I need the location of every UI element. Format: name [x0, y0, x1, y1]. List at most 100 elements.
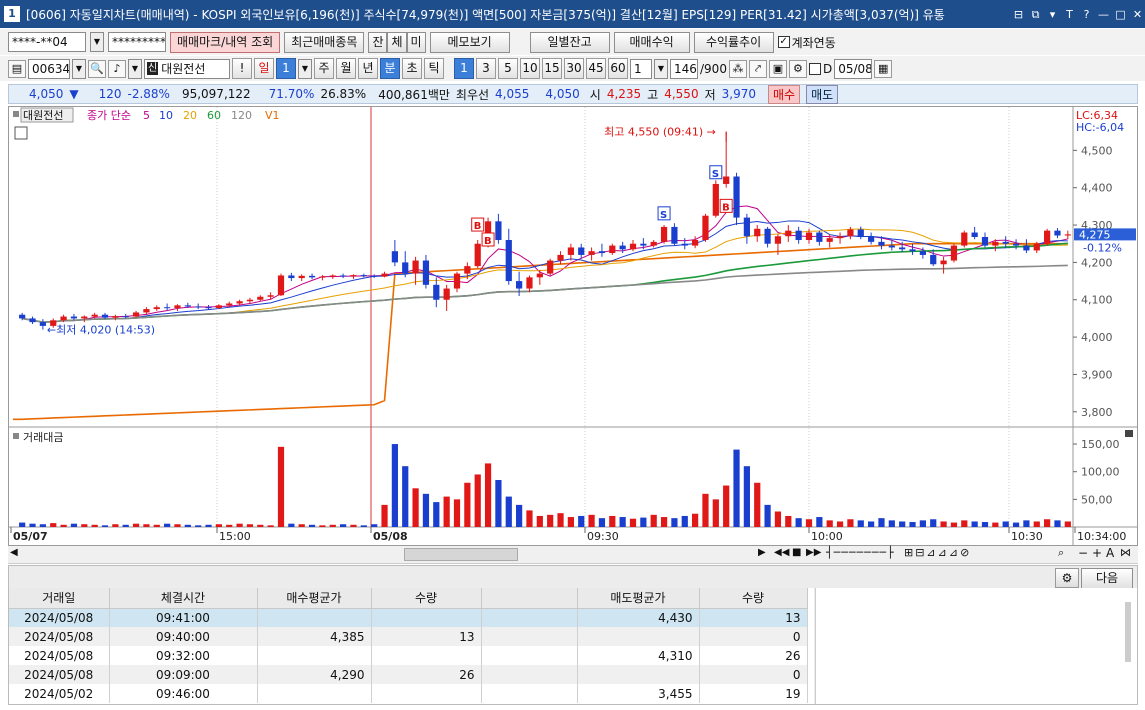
volume-bar — [1023, 520, 1030, 527]
tools-icon[interactable]: ⁂ — [728, 59, 747, 78]
return-trend-button[interactable]: 수익률추이 — [693, 31, 774, 53]
volume-bar — [391, 444, 398, 527]
scroll-left-icon[interactable]: ◀ — [10, 547, 18, 558]
column-header[interactable]: 매도평균가 — [577, 588, 700, 609]
zoom-in-icon[interactable]: + — [1092, 546, 1102, 560]
vertical-scrollbar[interactable] — [1125, 602, 1131, 662]
restore-layout-icon[interactable]: ⊟ — [1011, 7, 1026, 22]
search-icon[interactable]: 🔍 — [88, 59, 106, 78]
table-cell — [481, 627, 578, 646]
rewind-icon[interactable]: ◀◀ — [774, 547, 789, 558]
period-second[interactable]: 초 — [402, 58, 422, 79]
code-dropdown-icon[interactable]: ▼ — [72, 58, 86, 79]
column-header[interactable]: 거래일 — [9, 588, 110, 609]
gear-icon[interactable]: ⚙ — [788, 59, 807, 78]
font-size-icon[interactable]: A — [1106, 546, 1114, 560]
interval-10[interactable]: 10 — [520, 58, 540, 79]
candle-body — [681, 243, 688, 246]
interval-15[interactable]: 15 — [542, 58, 562, 79]
column-header[interactable]: 수량 — [699, 588, 808, 609]
period-week[interactable]: 주 — [314, 58, 334, 79]
candle-body — [1064, 234, 1071, 236]
pin-icon[interactable]: ▾ — [1045, 7, 1060, 22]
chart-area[interactable]: 4,500 4,400 4,300 4,200 4,100 4,000 3,900 3,800… — [8, 106, 1138, 546]
volume-bar — [930, 519, 937, 527]
period-tick[interactable]: 틱 — [424, 58, 444, 79]
column-header[interactable]: 체결시간 — [109, 588, 258, 609]
column-header[interactable]: 수량 — [371, 588, 482, 609]
zoom-slider[interactable]: ┤───────├ — [826, 546, 895, 559]
table-row[interactable]: 2024/05/08 09:40:00 4,385 13 0 — [9, 627, 808, 646]
forward-icon[interactable]: ▶▶ — [806, 547, 821, 558]
table-row[interactable]: 2024/05/08 09:32:00 4,310 26 — [9, 646, 808, 665]
candlestick-chart[interactable]: 4,5004,4004,3004,2004,1004,0003,9003,800… — [9, 107, 1137, 545]
interval-3[interactable]: 3 — [476, 58, 496, 79]
period-count-dropdown-icon[interactable]: ▼ — [298, 58, 312, 79]
warning-button[interactable]: ! — [232, 58, 252, 79]
column-header[interactable] — [481, 588, 578, 609]
account-link-checkbox[interactable]: ✓ — [777, 36, 790, 48]
interval-dropdown-icon[interactable]: ▼ — [654, 58, 668, 79]
memo-button[interactable]: 메모보기 — [429, 31, 510, 53]
trade-mark-query-button[interactable]: 매매마크/내역 조회 — [170, 31, 281, 53]
magnify-icon[interactable]: ⌕ — [1058, 546, 1064, 560]
trade-profit-button[interactable]: 매매수익 — [613, 31, 690, 53]
candle-body — [526, 277, 533, 289]
chart-tools-icon[interactable]: ⊞⊟⊿⊿⊿⊘ — [904, 546, 971, 559]
account-dropdown-icon[interactable]: ▼ — [90, 32, 104, 52]
speaker-dropdown-icon[interactable]: ▼ — [128, 58, 142, 79]
interval-1[interactable]: 1 — [454, 58, 474, 79]
daily-balance-button[interactable]: 일별잔고 — [529, 31, 610, 53]
calendar-icon[interactable]: ▦ — [874, 59, 893, 78]
volume-bar — [319, 525, 326, 527]
buy-button[interactable]: 매수 — [767, 84, 801, 104]
scroll-thumb[interactable] — [404, 548, 518, 561]
account-link-toggle[interactable]: ✓ 계좌연동 — [777, 34, 836, 51]
bar-count-input[interactable]: 146 — [670, 58, 698, 79]
settings-gear-icon[interactable]: ⚙ — [1055, 568, 1079, 588]
zoom-out-icon[interactable]: − — [1078, 546, 1088, 560]
help-icon[interactable]: ? — [1079, 7, 1094, 22]
account-select[interactable]: ****-**04 — [8, 32, 86, 52]
interval-60[interactable]: 60 — [608, 58, 628, 79]
tile-icon[interactable]: ⧉ — [1028, 7, 1043, 22]
date-input[interactable]: 05/08 — [834, 58, 873, 79]
interval-45[interactable]: 45 — [586, 58, 606, 79]
table-row[interactable]: 2024/05/08 09:41:00 4,430 13 — [9, 608, 808, 627]
draw-icon[interactable]: ⤤ — [748, 59, 767, 78]
tab-balance[interactable]: 잔 — [368, 31, 388, 53]
stock-name-field[interactable]: 신 대원전선 — [144, 58, 230, 79]
table-row[interactable]: 2024/05/02 09:46:00 3,455 19 — [9, 684, 808, 703]
period-day[interactable]: 일 — [254, 58, 274, 79]
font-icon[interactable]: T — [1062, 7, 1077, 22]
recent-trades-button[interactable]: 최근매매종목 — [284, 31, 365, 53]
save-icon[interactable]: ▣ — [768, 59, 787, 78]
period-minute[interactable]: 분 — [380, 58, 400, 79]
tab-unexecuted[interactable]: 미 — [406, 31, 426, 53]
table-cell: 2024/05/02 — [9, 684, 110, 703]
chart-icon[interactable]: ▤ — [8, 59, 26, 78]
stock-code-input[interactable]: 006340 — [28, 58, 70, 79]
split-icon[interactable]: ⋈ — [1120, 546, 1131, 559]
close-button[interactable]: ✕ — [1130, 7, 1145, 22]
minimize-button[interactable]: — — [1096, 7, 1111, 22]
column-header[interactable]: 매수평균가 — [257, 588, 372, 609]
sell-button[interactable]: 매도 — [806, 84, 839, 104]
maximize-button[interactable]: □ — [1113, 7, 1128, 22]
tab-executed[interactable]: 체 — [387, 31, 407, 53]
next-button[interactable]: 다음 — [1081, 568, 1133, 589]
d-checkbox[interactable] — [808, 62, 821, 75]
candle-body — [433, 284, 440, 300]
period-month[interactable]: 월 — [336, 58, 356, 79]
interval-5[interactable]: 5 — [498, 58, 518, 79]
high-price: 4,550 — [664, 87, 699, 101]
table-row[interactable]: 2024/05/08 09:09:00 4,290 26 0 — [9, 665, 808, 684]
stop-icon[interactable]: ■ — [792, 547, 801, 558]
period-year[interactable]: 년 — [358, 58, 378, 79]
speaker-icon[interactable]: ♪ — [108, 59, 126, 78]
scroll-right-icon[interactable]: ▶ — [758, 547, 766, 558]
password-field[interactable]: ********* — [108, 32, 166, 52]
interval-30[interactable]: 30 — [564, 58, 584, 79]
period-count[interactable]: 1 — [276, 58, 296, 79]
interval-select[interactable]: 1 — [630, 58, 652, 79]
